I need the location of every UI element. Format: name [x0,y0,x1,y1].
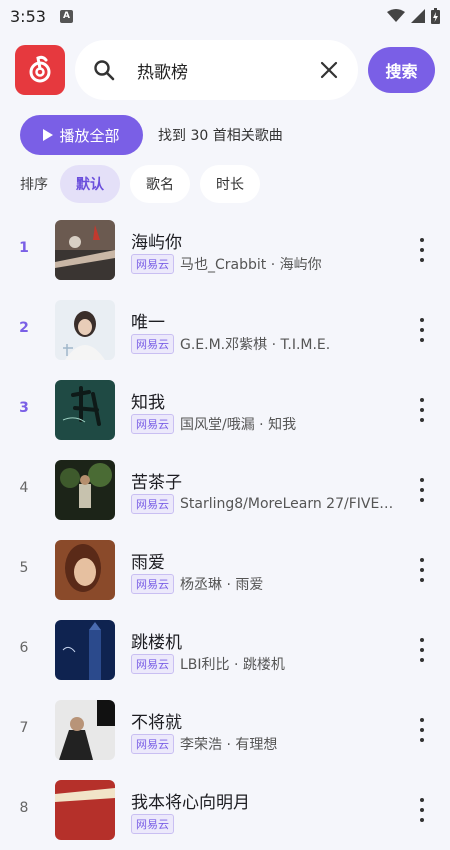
search-button[interactable]: 搜索 [368,47,435,93]
signal-icon [411,9,425,23]
song-rank: 4 [19,480,29,496]
more-options-icon[interactable] [414,398,430,422]
song-title: 海屿你 [131,233,182,253]
song-meta: 网易云 马也_Crabbit · 海屿你 [131,254,401,274]
search-box[interactable]: 热歌榜 [75,40,358,100]
status-time: 3:53 [10,6,46,26]
more-options-icon[interactable] [414,798,430,822]
song-artist: Starling8/MoreLearn 27/FIVES… [180,496,401,512]
play-bar: 播放全部 找到 30 首相关歌曲 [20,115,283,155]
sort-default-chip[interactable]: 默认 [60,165,120,203]
song-row[interactable]: 8 我本将心向明月 网易云 [0,770,450,850]
source-tag: 网易云 [131,574,174,594]
song-rank: 1 [19,240,29,256]
source-tag: 网易云 [131,494,174,514]
song-title: 唯一 [131,313,165,333]
source-tag: 网易云 [131,734,174,754]
song-list: 1 海屿你 网易云 马也_Crabbit · 海屿你 2 唯一 网易云 G.E.… [0,210,450,850]
song-artist: 国风堂/哦漏 · 知我 [180,417,297,433]
search-header: 热歌榜 搜索 [15,40,435,100]
song-row[interactable]: 2 唯一 网易云 G.E.M.邓紫棋 · T.I.M.E. [0,290,450,370]
song-meta: 网易云 LBI利比 · 跳楼机 [131,654,401,674]
song-title: 跳楼机 [131,633,182,653]
play-all-label: 播放全部 [59,126,120,145]
song-row[interactable]: 1 海屿你 网易云 马也_Crabbit · 海屿你 [0,210,450,290]
notification-a-icon: A [59,9,73,23]
song-row[interactable]: 4 苦茶子 网易云 Starling8/MoreLearn 27/FIVES… [0,450,450,530]
album-cover [55,380,115,440]
album-cover [55,620,115,680]
song-artist: 李荣浩 · 有理想 [180,737,278,753]
song-row[interactable]: 3 知我 网易云 国风堂/哦漏 · 知我 [0,370,450,450]
netease-logo-icon[interactable] [15,45,65,95]
song-title: 不将就 [131,713,182,733]
more-options-icon[interactable] [414,558,430,582]
song-meta: 网易云 G.E.M.邓紫棋 · T.I.M.E. [131,334,401,354]
song-meta: 网易云 国风堂/哦漏 · 知我 [131,414,401,434]
source-tag: 网易云 [131,654,174,674]
song-rank: 3 [19,400,29,416]
search-input[interactable]: 热歌榜 [137,58,318,83]
album-cover [55,700,115,760]
song-rank: 8 [19,800,29,816]
song-row[interactable]: 6 跳楼机 网易云 LBI利比 · 跳楼机 [0,610,450,690]
wifi-icon [387,9,405,22]
song-title: 雨爱 [131,553,165,573]
song-artist: 马也_Crabbit · 海屿你 [180,257,322,273]
song-artist: 杨丞琳 · 雨爱 [180,577,264,593]
search-icon [94,60,115,81]
song-rank: 2 [19,320,29,336]
song-meta: 网易云 [131,814,401,834]
song-row[interactable]: 7 不将就 网易云 李荣浩 · 有理想 [0,690,450,770]
album-cover [55,220,115,280]
album-cover [55,780,115,840]
song-meta: 网易云 Starling8/MoreLearn 27/FIVES… [131,494,401,514]
more-options-icon[interactable] [414,478,430,502]
song-rank: 6 [19,640,29,656]
play-all-button[interactable]: 播放全部 [20,115,143,155]
source-tag: 网易云 [131,414,174,434]
song-title: 知我 [131,393,165,413]
source-tag: 网易云 [131,254,174,274]
song-rank: 5 [19,560,29,576]
song-artist: LBI利比 · 跳楼机 [180,657,285,673]
song-row[interactable]: 5 雨爱 网易云 杨丞琳 · 雨爱 [0,530,450,610]
song-meta: 网易云 李荣浩 · 有理想 [131,734,401,754]
more-options-icon[interactable] [414,638,430,662]
more-options-icon[interactable] [414,318,430,342]
album-cover [55,460,115,520]
song-meta: 网易云 杨丞琳 · 雨爱 [131,574,401,594]
status-bar: 3:53 A [0,0,450,32]
sort-label: 排序 [20,177,48,193]
clear-icon[interactable] [318,59,340,81]
song-rank: 7 [19,720,29,736]
battery-icon [431,8,440,24]
song-title: 苦茶子 [131,473,182,493]
sort-bar: 排序 默认 歌名 时长 [20,165,270,203]
album-cover [55,540,115,600]
source-tag: 网易云 [131,814,174,834]
play-icon [43,129,54,141]
status-icons [387,8,440,24]
more-options-icon[interactable] [414,238,430,262]
sort-duration-chip[interactable]: 时长 [200,165,260,203]
source-tag: 网易云 [131,334,174,354]
song-artist: G.E.M.邓紫棋 · T.I.M.E. [180,337,331,353]
sort-name-chip[interactable]: 歌名 [130,165,190,203]
result-count: 找到 30 首相关歌曲 [158,128,283,144]
more-options-icon[interactable] [414,718,430,742]
album-cover [55,300,115,360]
